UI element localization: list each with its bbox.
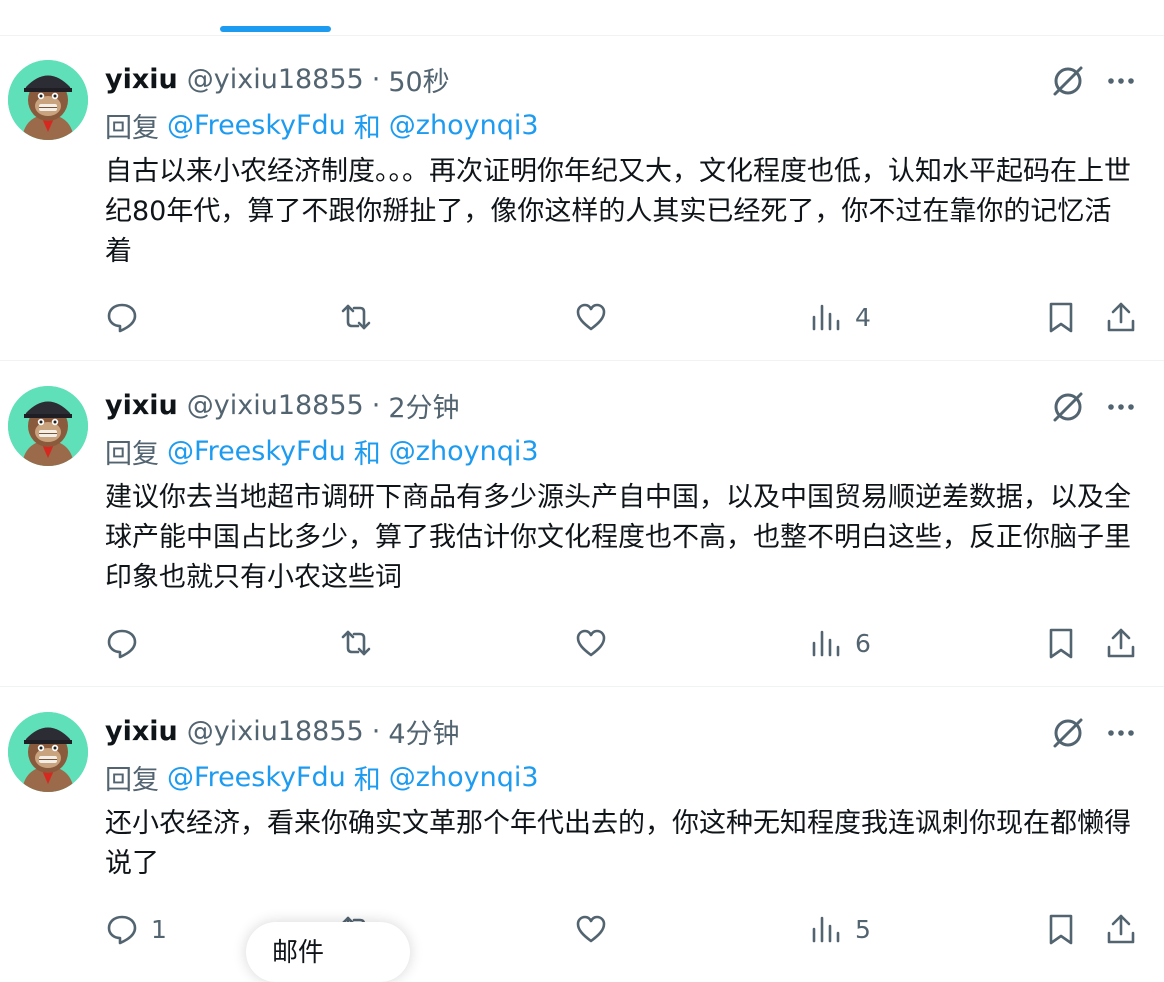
user-handle[interactable]: @yixiu18855 (187, 64, 364, 95)
views-count: 4 (855, 302, 871, 332)
reply-prefix: 回复 (105, 438, 159, 470)
avatar[interactable] (8, 386, 88, 466)
header-separator: · (371, 63, 381, 95)
tweet-text: 自古以来小农经济制度。。。再次证明你年纪又大，文化程度也低，认知水平起码在上世纪… (105, 156, 1131, 267)
like-button[interactable] (574, 912, 608, 946)
more-icon[interactable] (1104, 390, 1138, 424)
bookmark-button[interactable] (1044, 626, 1078, 664)
header-separator: · (371, 715, 381, 747)
reply-context: 回复 @FreeskyFdu 和 @zhoynqi3 (105, 108, 539, 144)
ape-avatar-image (8, 60, 88, 140)
floating-mail-pill[interactable] (246, 922, 410, 982)
reply-count: 1 (151, 914, 167, 944)
mention-conjunction: 和 (353, 764, 381, 796)
mention-conjunction: 和 (353, 112, 381, 144)
more-icon[interactable] (1104, 716, 1138, 750)
reply-icon (107, 915, 137, 945)
reply-button[interactable] (105, 626, 151, 660)
tweet-text: 还小农经济，看来你确实文革那个年代出去的，你这种无知程度我连讽刺你现在都懒得说了 (105, 808, 1131, 879)
timestamp[interactable]: 4分钟 (388, 712, 459, 751)
bookmark-button[interactable] (1044, 912, 1078, 950)
views-icon (812, 916, 840, 943)
reply-context: 回复 @FreeskyFdu 和 @zhoynqi3 (105, 434, 539, 470)
tweet[interactable]: yixiu @yixiu18855 · 4分钟 回复 @FreeskyFdu 和… (0, 687, 1164, 958)
header-separator: · (371, 389, 381, 421)
mention-link[interactable]: @zhoynqi3 (389, 762, 539, 793)
tweet[interactable]: yixiu @yixiu18855 · 2分钟 回复 @FreeskyFdu 和… (0, 361, 1164, 686)
reply-button[interactable] (105, 300, 151, 334)
views-button[interactable]: 6 (809, 626, 871, 660)
views-count: 5 (855, 914, 871, 944)
reply-prefix: 回复 (105, 112, 159, 144)
retweet-icon (341, 304, 371, 330)
reply-icon (107, 629, 137, 659)
mention-conjunction: 和 (353, 438, 381, 470)
tweet-text: 建议你去当地超市调研下商品有多少源头产自中国，以及中国贸易顺逆差数据，以及全球产… (105, 482, 1131, 593)
like-button[interactable] (574, 626, 608, 660)
bookmark-icon (1049, 914, 1073, 945)
like-button[interactable] (574, 300, 608, 334)
display-name[interactable]: yixiu (105, 716, 178, 747)
bookmark-icon (1049, 302, 1073, 333)
user-handle[interactable]: @yixiu18855 (187, 716, 364, 747)
mention-link[interactable]: @FreeskyFdu (167, 110, 346, 141)
retweet-button[interactable] (339, 626, 373, 660)
display-name[interactable]: yixiu (105, 64, 178, 95)
more-icon[interactable] (1104, 64, 1138, 98)
retweet-icon (341, 630, 371, 656)
share-icon (1107, 302, 1135, 332)
mention-link[interactable]: @FreeskyFdu (167, 762, 346, 793)
reply-prefix: 回复 (105, 764, 159, 796)
mention-link[interactable]: @zhoynqi3 (389, 110, 539, 141)
tweet-header: yixiu @yixiu18855 · 4分钟 (105, 712, 460, 751)
avatar[interactable] (8, 712, 88, 792)
ape-avatar-image (8, 712, 88, 792)
bookmark-button[interactable] (1044, 300, 1078, 338)
mention-link[interactable]: @FreeskyFdu (167, 436, 346, 467)
heart-icon (576, 303, 606, 331)
heart-icon (576, 915, 606, 943)
share-icon (1107, 914, 1135, 944)
views-button[interactable]: 4 (809, 300, 871, 334)
heart-icon (576, 629, 606, 657)
mention-link[interactable]: @zhoynqi3 (389, 436, 539, 467)
share-button[interactable] (1104, 626, 1138, 664)
reply-button[interactable]: 1 (105, 912, 167, 946)
display-name[interactable]: yixiu (105, 390, 178, 421)
reply-icon (107, 303, 137, 333)
tweet[interactable]: yixiu @yixiu18855 · 50秒 回复 @FreeskyFdu 和… (0, 0, 1164, 360)
share-icon (1107, 628, 1135, 658)
views-button[interactable]: 5 (809, 912, 871, 946)
views-count: 6 (855, 628, 871, 658)
retweet-button[interactable] (339, 300, 373, 334)
timestamp[interactable]: 50秒 (388, 60, 449, 99)
views-icon (812, 630, 840, 657)
grok-icon[interactable] (1048, 387, 1088, 427)
grok-icon[interactable] (1048, 61, 1088, 101)
tweet-header: yixiu @yixiu18855 · 2分钟 (105, 386, 460, 425)
tweet-header: yixiu @yixiu18855 · 50秒 (105, 60, 450, 99)
bookmark-icon (1049, 628, 1073, 659)
share-button[interactable] (1104, 300, 1138, 338)
views-icon (812, 304, 840, 331)
ape-avatar-image (8, 386, 88, 466)
timestamp[interactable]: 2分钟 (388, 386, 459, 425)
reply-context: 回复 @FreeskyFdu 和 @zhoynqi3 (105, 760, 539, 796)
user-handle[interactable]: @yixiu18855 (187, 390, 364, 421)
mail-pill-label[interactable]: 邮件 (272, 932, 324, 969)
avatar[interactable] (8, 60, 88, 140)
share-button[interactable] (1104, 912, 1138, 950)
grok-icon[interactable] (1048, 713, 1088, 753)
